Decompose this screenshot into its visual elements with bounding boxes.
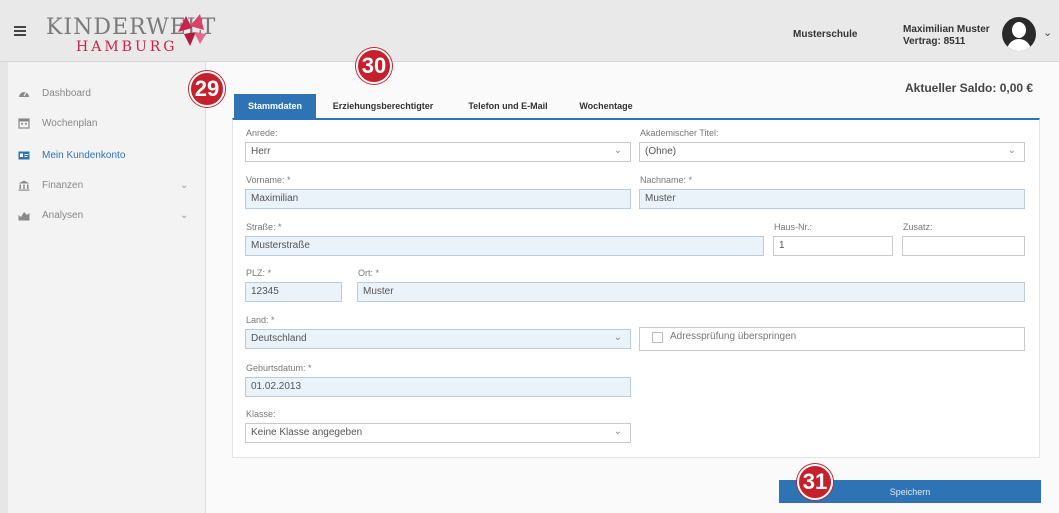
callout-badge-31: 31 <box>797 464 833 500</box>
chevron-down-icon: ⌄ <box>613 332 622 343</box>
nachname-input[interactable]: Muster <box>639 189 1025 209</box>
klasse-value: Keine Klasse angegeben <box>251 427 363 438</box>
label-klasse: Klasse: <box>246 409 276 419</box>
logo-mark-icon <box>178 14 206 46</box>
sidebar: Dashboard Wochenplan Mein Kundenkonto Fi… <box>8 62 206 513</box>
callout-badge-29: 29 <box>189 71 225 107</box>
vorname-input[interactable]: Maximilian <box>245 189 631 209</box>
id-card-icon <box>18 151 30 159</box>
akademischer-titel-select[interactable]: (Ohne) ⌄ <box>639 142 1025 162</box>
sidebar-item-label: Analysen <box>42 209 84 221</box>
label-zusatz: Zusatz: <box>903 222 933 232</box>
calendar-icon <box>18 117 30 129</box>
sidebar-item-label: Finanzen <box>42 179 84 191</box>
tab-telefon-email[interactable]: Telefon und E-Mail <box>454 94 562 118</box>
anrede-value: Herr <box>251 146 271 157</box>
sidebar-item-label: Wochenplan <box>42 117 98 129</box>
anrede-select[interactable]: Herr ⌄ <box>245 142 631 162</box>
land-value: Deutschland <box>251 333 307 344</box>
label-land: Land: * <box>246 315 275 325</box>
logo-text-bottom: HAMBURG <box>76 39 178 55</box>
hamburger-menu-icon[interactable] <box>14 26 26 36</box>
titel-value: (Ohne) <box>645 146 677 157</box>
label-anrede: Anrede: <box>246 128 278 138</box>
user-name: Maximilian Muster <box>903 24 990 35</box>
logo[interactable]: KINDERWELT HAMBURG <box>46 10 216 58</box>
chevron-down-icon: ⌄ <box>613 426 622 437</box>
label-strasse: Straße: * <box>246 222 282 232</box>
geburtsdatum-input[interactable]: 01.02.2013 <box>245 377 631 397</box>
label-vorname: Vorname: * <box>246 175 291 185</box>
label-akademischer-titel: Akademischer Titel: <box>640 128 719 138</box>
sidebar-item-analysen[interactable]: Analysen ⌄ <box>8 204 206 226</box>
top-header: KINDERWELT HAMBURG Musterschule Maximili… <box>0 0 1059 62</box>
sidebar-item-label: Dashboard <box>42 87 91 99</box>
user-contract: Vertrag: 8511 <box>903 36 966 47</box>
sidebar-item-label: Mein Kundenkonto <box>42 149 126 161</box>
chevron-down-icon: ⌄ <box>180 209 189 221</box>
adresspruefung-checkbox[interactable] <box>652 332 663 343</box>
chevron-down-icon: ⌄ <box>180 179 189 191</box>
label-ort: Ort: * <box>358 268 380 278</box>
hausnr-input[interactable]: 1 <box>773 236 893 256</box>
adresspruefung-checkbox-row[interactable]: Adressprüfung überspringen <box>639 327 1025 351</box>
chevron-down-icon: ⌄ <box>1007 145 1016 156</box>
chevron-down-icon: ⌄ <box>613 145 622 156</box>
label-nachname: Nachname: * <box>640 175 693 185</box>
bank-icon <box>18 180 30 191</box>
sidebar-item-mein-kundenkonto[interactable]: Mein Kundenkonto <box>8 144 206 166</box>
label-geburtsdatum: Geburtsdatum: * <box>246 363 312 373</box>
strasse-input[interactable]: Musterstraße <box>245 236 764 256</box>
dashboard-icon <box>19 91 29 97</box>
sidebar-item-dashboard[interactable]: Dashboard <box>8 82 206 104</box>
tab-stammdaten[interactable]: Stammdaten <box>234 94 316 118</box>
klasse-select[interactable]: Keine Klasse angegeben ⌄ <box>245 423 631 443</box>
school-name: Musterschule <box>793 29 858 40</box>
adresspruefung-label: Adressprüfung überspringen <box>670 331 797 342</box>
current-balance: Aktueller Saldo: 0,00 € <box>905 81 1034 95</box>
label-hausnr: Haus-Nr.: <box>774 222 813 232</box>
land-select[interactable]: Deutschland ⌄ <box>245 329 631 349</box>
tab-wochentage[interactable]: Wochentage <box>568 94 644 118</box>
sidebar-item-finanzen[interactable]: Finanzen ⌄ <box>8 174 206 196</box>
user-avatar-icon[interactable] <box>1002 17 1036 51</box>
chart-icon <box>18 211 30 220</box>
plz-input[interactable]: 12345 <box>245 282 342 302</box>
tab-erziehungsberechtigter[interactable]: Erziehungsberechtigter <box>320 94 446 118</box>
zusatz-input[interactable] <box>902 236 1025 256</box>
callout-badge-30: 30 <box>356 48 392 84</box>
sidebar-item-wochenplan[interactable]: Wochenplan <box>8 112 206 134</box>
label-plz: PLZ: * <box>246 268 272 278</box>
chevron-down-icon[interactable]: ⌄ <box>1043 26 1052 39</box>
ort-input[interactable]: Muster <box>357 282 1025 302</box>
